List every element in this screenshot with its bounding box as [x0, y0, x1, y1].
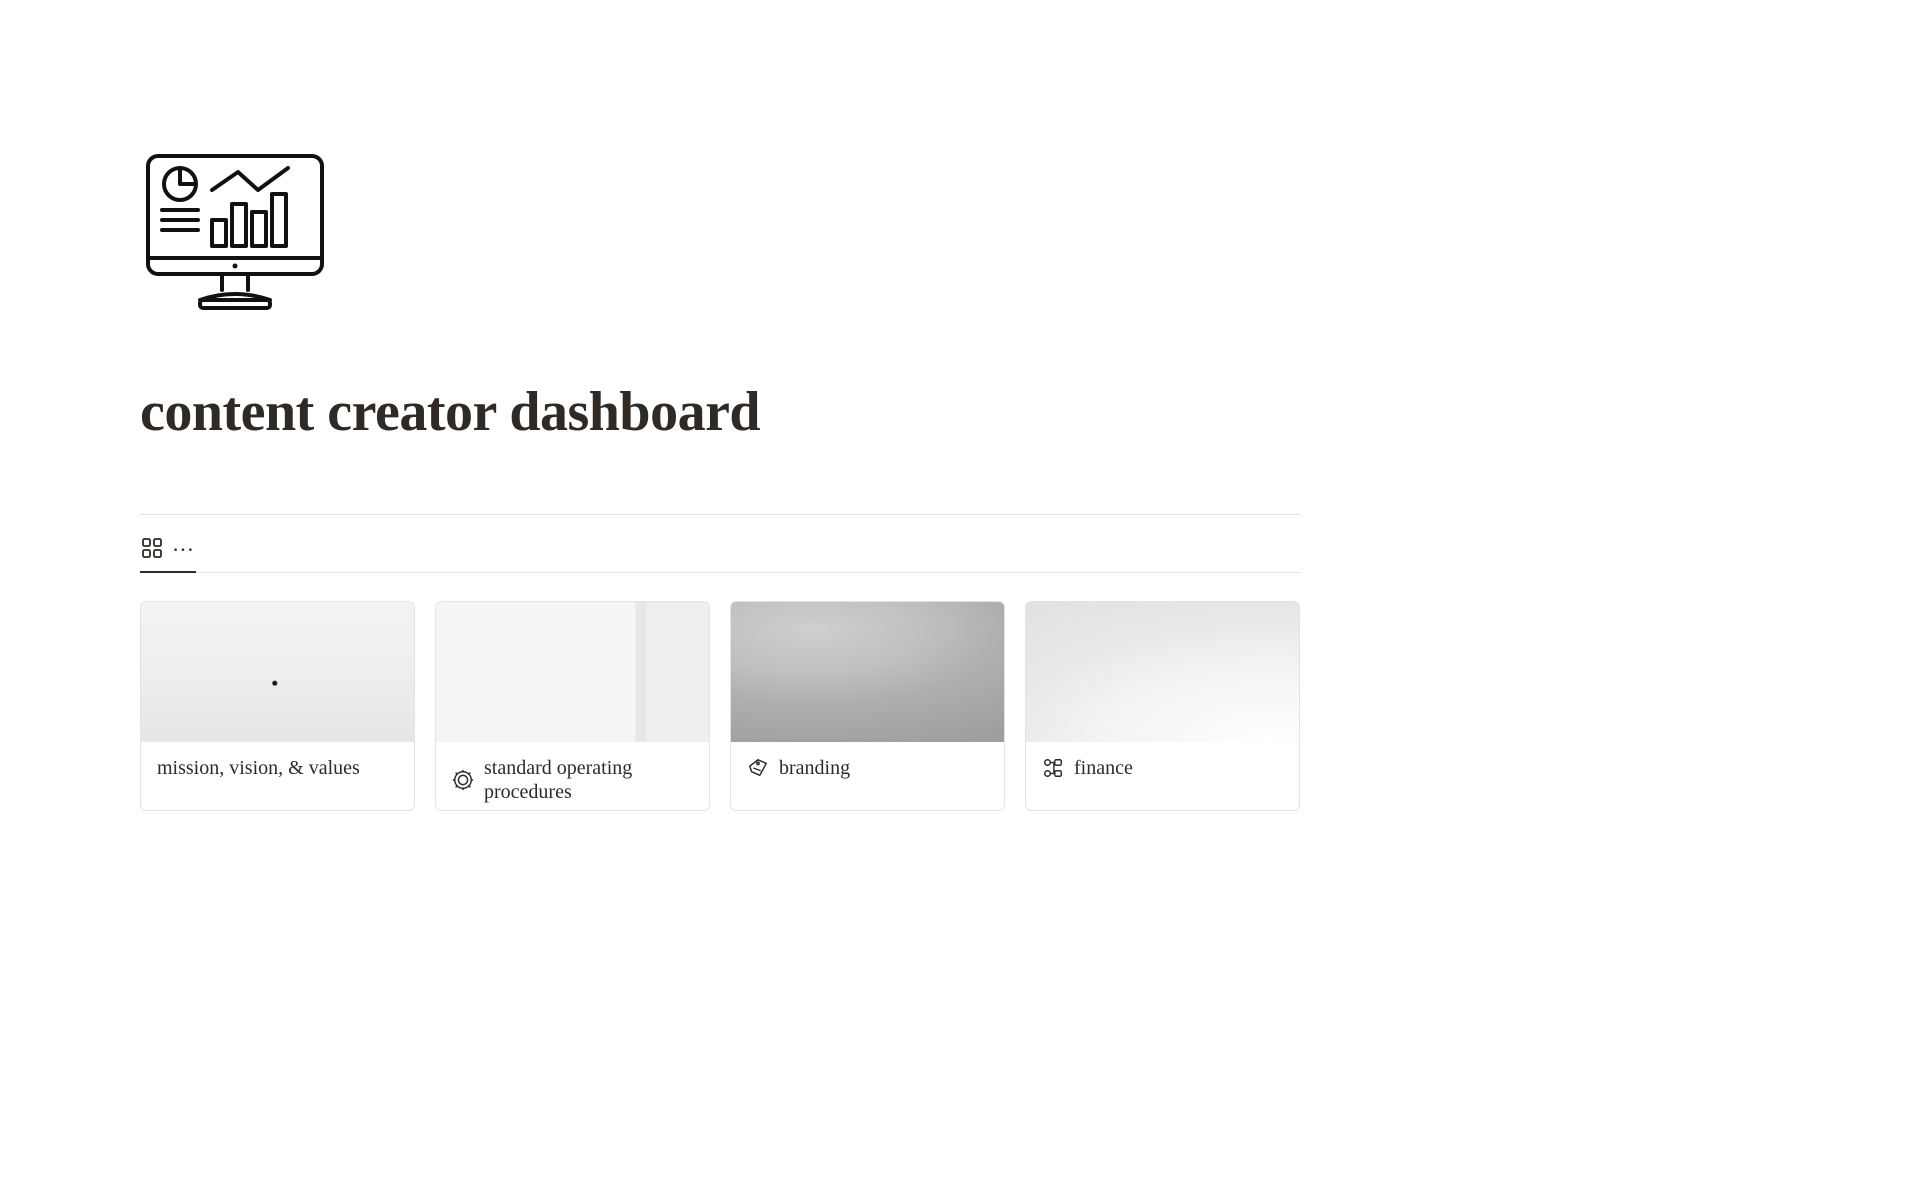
card-title: branding [779, 756, 850, 780]
gallery-view-icon [142, 538, 162, 558]
card-title: finance [1074, 756, 1133, 780]
card-thumbnail [731, 602, 1004, 742]
card-title: standard operating procedures [484, 756, 693, 804]
finance-nodes-icon [1042, 757, 1064, 779]
card-thumbnail [436, 602, 709, 742]
card-thumbnail [141, 602, 414, 742]
brand-tag-icon [747, 757, 769, 779]
card-mission-vision-values[interactable]: mission, vision, & values [140, 601, 415, 811]
tab-gallery-view[interactable]: … [140, 533, 196, 573]
page-icon-dashboard-monitor[interactable] [140, 150, 330, 320]
card-branding[interactable]: branding [730, 601, 1005, 811]
page-title[interactable]: content creator dashboard [140, 380, 1300, 444]
section-divider [140, 514, 1300, 515]
card-standard-operating-procedures[interactable]: standard operating procedures [435, 601, 710, 811]
card-thumbnail [1026, 602, 1299, 742]
views-toolbar: … [140, 533, 1300, 573]
gallery-grid: mission, vision, & values standard opera… [140, 601, 1300, 811]
card-title: mission, vision, & values [157, 756, 360, 780]
more-views-icon[interactable]: … [172, 533, 194, 555]
card-finance[interactable]: finance [1025, 601, 1300, 811]
sop-badge-icon [452, 769, 474, 791]
